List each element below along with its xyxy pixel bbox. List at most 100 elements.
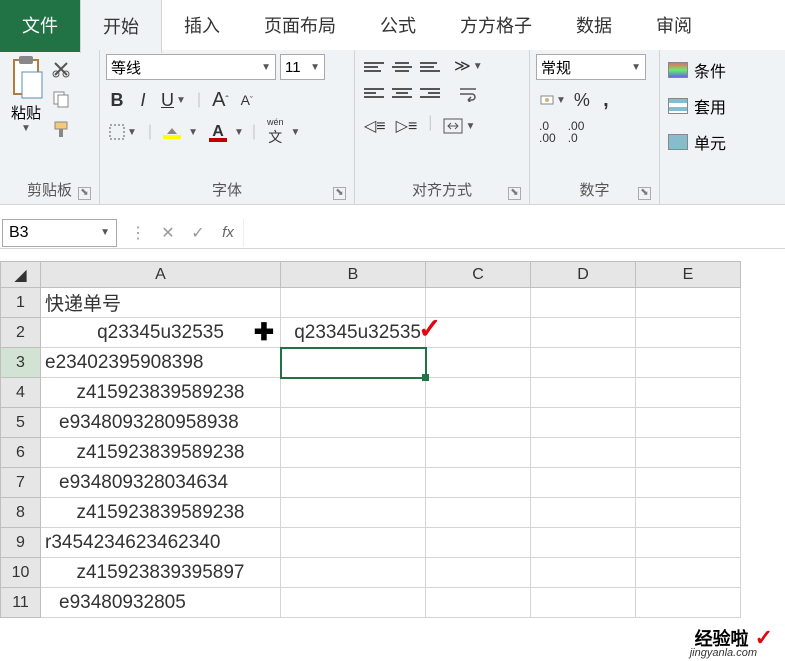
- cell-E8[interactable]: [636, 498, 741, 528]
- row-header-8[interactable]: 8: [1, 498, 41, 528]
- tab-home[interactable]: 开始: [80, 0, 162, 53]
- name-box[interactable]: B3▼: [2, 219, 117, 247]
- font-dialog-launcher[interactable]: ⬊: [333, 187, 346, 200]
- pinyin-dropdown[interactable]: ▼: [291, 127, 301, 138]
- font-color-button[interactable]: A: [206, 120, 230, 144]
- cell-A4[interactable]: z415923839589238: [41, 378, 281, 408]
- comma-button[interactable]: ,: [595, 88, 617, 112]
- number-dialog-launcher[interactable]: ⬊: [638, 187, 651, 200]
- align-top[interactable]: [361, 55, 387, 79]
- conditional-format-button[interactable]: 条件: [666, 54, 739, 86]
- align-left[interactable]: [361, 81, 387, 105]
- decrease-indent-button[interactable]: ◁≡: [361, 114, 389, 138]
- cell-D8[interactable]: [531, 498, 636, 528]
- fx-button[interactable]: fx: [213, 224, 243, 241]
- cell-E9[interactable]: [636, 528, 741, 558]
- cell-D4[interactable]: [531, 378, 636, 408]
- col-header-A[interactable]: A: [41, 262, 281, 288]
- cell-E7[interactable]: [636, 468, 741, 498]
- tab-ffgz[interactable]: 方方格子: [438, 0, 554, 52]
- cell-B9[interactable]: [281, 528, 426, 558]
- row-header-5[interactable]: 5: [1, 408, 41, 438]
- cell-A11[interactable]: e93480932805: [41, 588, 281, 618]
- tab-insert[interactable]: 插入: [162, 0, 242, 52]
- clipboard-dialog-launcher[interactable]: ⬊: [78, 187, 91, 200]
- align-middle[interactable]: [389, 55, 415, 79]
- cell-B1[interactable]: [281, 288, 426, 318]
- align-center[interactable]: [389, 81, 415, 105]
- italic-button[interactable]: I: [132, 88, 154, 112]
- cell-A3[interactable]: e23402395908398: [41, 348, 281, 378]
- cell-C8[interactable]: [426, 498, 531, 528]
- cell-A6[interactable]: z415923839589238: [41, 438, 281, 468]
- merge-button[interactable]: ▼: [440, 114, 478, 138]
- alignment-dialog-launcher[interactable]: ⬊: [508, 187, 521, 200]
- cell-B2[interactable]: q23345u32535: [281, 318, 426, 348]
- decrease-font-button[interactable]: Aˇ: [236, 88, 258, 112]
- orientation-button[interactable]: ≫▼: [451, 54, 486, 78]
- cell-D2[interactable]: [531, 318, 636, 348]
- cell-D10[interactable]: [531, 558, 636, 588]
- cell-D9[interactable]: [531, 528, 636, 558]
- decrease-decimal-button[interactable]: .00.0: [565, 120, 588, 144]
- cell-B3[interactable]: [281, 348, 426, 378]
- format-table-button[interactable]: 套用: [666, 90, 739, 122]
- row-header-1[interactable]: 1: [1, 288, 41, 318]
- cell-B4[interactable]: [281, 378, 426, 408]
- cell-E11[interactable]: [636, 588, 741, 618]
- cell-B7[interactable]: [281, 468, 426, 498]
- cell-A2[interactable]: q23345u32535✚: [41, 318, 281, 348]
- cell-D11[interactable]: [531, 588, 636, 618]
- row-header-2[interactable]: 2: [1, 318, 41, 348]
- format-painter-icon[interactable]: [50, 118, 72, 140]
- font-name-select[interactable]: 等线▼: [106, 54, 276, 80]
- cell-A10[interactable]: z415923839395897: [41, 558, 281, 588]
- cell-C4[interactable]: [426, 378, 531, 408]
- row-header-7[interactable]: 7: [1, 468, 41, 498]
- underline-button[interactable]: U▼: [158, 88, 189, 112]
- cell-E3[interactable]: [636, 348, 741, 378]
- cell-B8[interactable]: [281, 498, 426, 528]
- cell-C2[interactable]: ✓: [426, 318, 531, 348]
- tab-review[interactable]: 审阅: [634, 0, 714, 52]
- copy-icon[interactable]: [50, 88, 72, 110]
- font-size-select[interactable]: 11▼: [280, 54, 325, 80]
- align-right[interactable]: [417, 81, 443, 105]
- cell-B11[interactable]: [281, 588, 426, 618]
- fill-handle[interactable]: [422, 374, 429, 381]
- col-header-B[interactable]: B: [281, 262, 426, 288]
- cell-C10[interactable]: [426, 558, 531, 588]
- wrap-text-button[interactable]: [451, 82, 486, 106]
- cell-C5[interactable]: [426, 408, 531, 438]
- cell-A9[interactable]: r3454234623462340: [41, 528, 281, 558]
- fill-color-button[interactable]: [160, 120, 184, 144]
- cancel-formula-button[interactable]: ✕: [153, 223, 183, 243]
- currency-button[interactable]: ▼: [536, 88, 569, 112]
- cell-A7[interactable]: e934809328034634: [41, 468, 281, 498]
- cell-C9[interactable]: [426, 528, 531, 558]
- paste-label[interactable]: 粘贴: [11, 102, 41, 123]
- row-header-4[interactable]: 4: [1, 378, 41, 408]
- cell-C11[interactable]: [426, 588, 531, 618]
- cut-icon[interactable]: [50, 58, 72, 80]
- cell-A5[interactable]: e9348093280958938: [41, 408, 281, 438]
- increase-indent-button[interactable]: ▷≡: [393, 114, 421, 138]
- cell-E10[interactable]: [636, 558, 741, 588]
- tab-data[interactable]: 数据: [554, 0, 634, 52]
- col-header-D[interactable]: D: [531, 262, 636, 288]
- increase-decimal-button[interactable]: .0.00: [536, 120, 559, 144]
- cell-E2[interactable]: [636, 318, 741, 348]
- border-button[interactable]: ▼: [106, 120, 140, 144]
- cell-B10[interactable]: [281, 558, 426, 588]
- formula-bar-input[interactable]: [243, 219, 785, 247]
- enter-formula-button[interactable]: ✓: [183, 223, 213, 243]
- col-header-C[interactable]: C: [426, 262, 531, 288]
- cell-E5[interactable]: [636, 408, 741, 438]
- cell-D7[interactable]: [531, 468, 636, 498]
- align-bottom[interactable]: [417, 55, 443, 79]
- cell-A1[interactable]: 快递单号: [41, 288, 281, 318]
- number-format-select[interactable]: 常规▼: [536, 54, 646, 80]
- cell-C3[interactable]: [426, 348, 531, 378]
- cell-E6[interactable]: [636, 438, 741, 468]
- select-all-corner[interactable]: ◢: [1, 262, 41, 288]
